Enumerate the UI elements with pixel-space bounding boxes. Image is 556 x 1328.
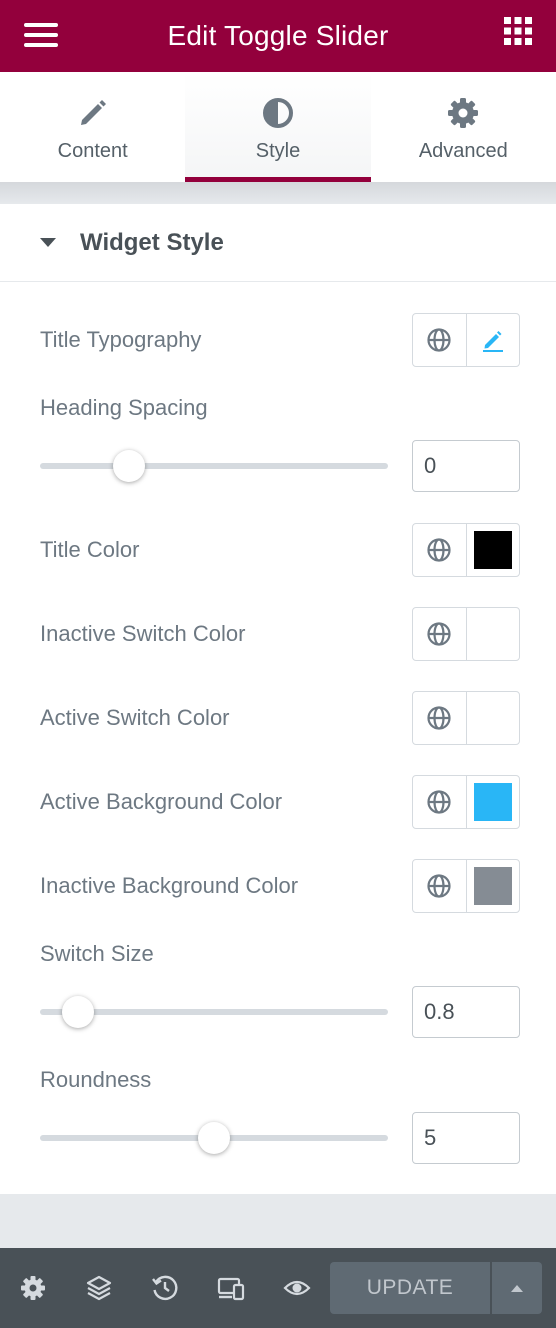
roundness-input[interactable] [412,1112,520,1164]
globe-icon [427,328,452,352]
slider-thumb[interactable] [113,450,145,482]
globe-icon [427,538,452,562]
update-button[interactable]: UPDATE [330,1262,490,1314]
edit-typography-button[interactable] [465,314,519,366]
globe-icon [427,790,452,814]
panel-title: Edit Toggle Slider [167,20,389,51]
panel-tabs: Content Style Advanced [0,72,556,182]
switch-size-label: Switch Size [40,941,154,966]
contrast-icon [262,98,293,128]
pencil-edit-icon [482,331,503,352]
heading-spacing-slider[interactable] [40,448,388,484]
tab-content[interactable]: Content [0,72,185,182]
panel-divider [0,182,556,204]
inactive-background-color-label: Inactive Background Color [40,873,299,898]
history-icon[interactable] [151,1274,179,1302]
tab-advanced[interactable]: Advanced [371,72,556,182]
panel-footer: UPDATE [0,1248,556,1328]
panel-header: Edit Toggle Slider [0,0,556,72]
color-swatch [473,783,512,821]
slider-thumb[interactable] [62,996,94,1028]
active-switch-color-label: Active Switch Color [40,705,230,730]
tab-style[interactable]: Style [185,72,371,182]
settings-icon[interactable] [19,1274,47,1302]
color-swatch [473,531,512,569]
color-swatch [473,615,512,653]
inactive-switch-color-control [412,607,520,661]
global-color-button[interactable] [413,608,466,660]
tab-label: Style [255,140,301,162]
elementor-panel: Edit Toggle Slider Content Style Advance… [0,0,556,1328]
hamburger-icon[interactable] [24,20,58,50]
color-picker-button[interactable] [465,860,519,912]
global-typography-button[interactable] [413,314,466,366]
inactive-background-color-control [412,859,520,913]
global-color-button[interactable] [413,692,466,744]
color-swatch [473,867,512,905]
roundness-label: Roundness [40,1067,152,1092]
caret-up-icon [511,1284,523,1292]
layers-icon[interactable] [85,1274,113,1302]
active-background-color-label: Active Background Color [40,789,283,814]
slider-thumb[interactable] [198,1122,230,1154]
color-picker-button[interactable] [465,524,519,576]
title-color-control [412,523,520,577]
roundness-slider[interactable] [40,1120,388,1156]
preview-eye-icon[interactable] [283,1274,311,1302]
color-picker-button[interactable] [465,692,519,744]
color-swatch [473,699,512,737]
title-typography-label: Title Typography [40,327,202,352]
section-header-widget-style[interactable]: Widget Style [0,204,556,282]
active-background-color-control [412,775,520,829]
section-title: Widget Style [80,228,224,256]
switch-size-input[interactable] [412,986,520,1038]
gear-icon [448,98,479,128]
title-color-label: Title Color [40,537,140,562]
heading-spacing-label: Heading Spacing [40,395,208,420]
globe-icon [427,874,452,898]
global-color-button[interactable] [413,860,466,912]
controls-panel: Title Typography Heading Spacing 0 Title… [0,282,556,1194]
tab-label: Content [57,140,128,162]
inactive-switch-color-label: Inactive Switch Color [40,621,246,646]
global-color-button[interactable] [413,776,466,828]
pencil-icon [80,100,106,125]
save-options-button[interactable] [492,1262,542,1314]
color-picker-button[interactable] [465,608,519,660]
tab-label: Advanced [418,140,508,162]
global-color-button[interactable] [413,524,466,576]
title-typography-control [412,313,520,367]
grid-icon[interactable] [504,17,532,45]
globe-icon [427,706,452,730]
color-picker-button[interactable] [465,776,519,828]
globe-icon [427,622,452,646]
heading-spacing-input[interactable] [412,440,520,492]
caret-down-icon [40,238,56,247]
slider-track [40,463,388,469]
active-switch-color-control [412,691,520,745]
switch-size-slider[interactable] [40,994,388,1030]
responsive-icon[interactable] [217,1274,245,1302]
